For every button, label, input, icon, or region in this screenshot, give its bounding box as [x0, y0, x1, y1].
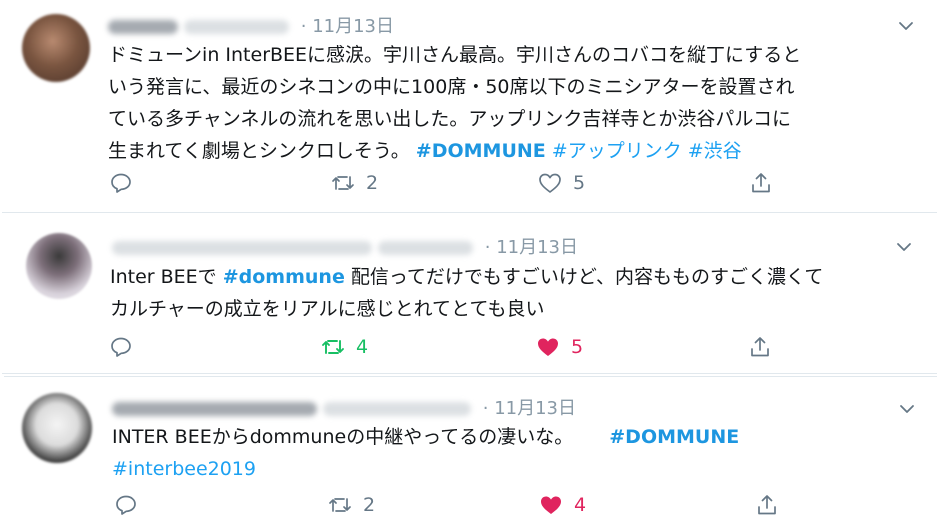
retweet-count: 4: [356, 336, 369, 358]
reply-icon: [116, 495, 136, 515]
tweet-text-line: いう発言に、最近のシネコンの中に100席・50席以下のミニシアターを設置され: [108, 76, 795, 98]
hashtag-link[interactable]: #DOMMUNE: [416, 140, 546, 162]
tweet-header: · 11月13日: [112, 394, 576, 420]
tweet-text: ドミューンin InterBEEに感涙。宇川さん最高。宇川さんのコバコを縦丁にす…: [108, 39, 908, 167]
tweet-text-segment: INTER BEEからdommuneの中継やってるの凄いな。: [112, 426, 574, 448]
share-icon[interactable]: [749, 171, 773, 195]
chevron-down-icon[interactable]: [897, 399, 917, 419]
separator-dot: ·: [484, 237, 491, 258]
author-handle-blurred[interactable]: [378, 241, 473, 255]
tweet-text-line: #interbee2019: [112, 453, 892, 485]
tweet-text-line-end: 生まれてく劇場とシンクロしそう。: [108, 140, 410, 162]
share-icon[interactable]: [755, 493, 779, 517]
heart-icon: [538, 338, 558, 356]
reply-button[interactable]: [109, 335, 143, 359]
avatar[interactable]: [22, 393, 92, 463]
retweet-count: 2: [366, 172, 379, 194]
tweet-text-segment: 配信ってだけでもすごいけど、内容もものすごく濃くて: [344, 266, 824, 288]
tweet-text: INTER BEEからdommuneの中継やってるの凄いな。 #DOMMUNE #…: [112, 421, 892, 485]
author-handle-blurred[interactable]: [323, 402, 471, 416]
like-count: 5: [571, 336, 584, 358]
author-name-blurred[interactable]: [112, 402, 317, 416]
chevron-down-icon[interactable]: [896, 16, 916, 36]
like-count: 4: [574, 494, 587, 516]
tweet-text-segment: Inter BEEで: [110, 266, 223, 288]
tweet-text-line: INTER BEEからdommuneの中継やってるの凄いな。 #DOMMUNE: [112, 421, 892, 453]
tweet-header: · 11月13日: [108, 12, 394, 38]
separator-dot: ·: [482, 398, 489, 419]
author-name-blurred[interactable]: [108, 20, 178, 34]
like-button[interactable]: 5: [535, 335, 583, 359]
retweet-icon: [329, 498, 351, 512]
separator-dot: ·: [300, 16, 307, 37]
tweet-header: · 11月13日: [112, 233, 578, 259]
retweet-button[interactable]: 4: [320, 335, 368, 359]
retweet-icon: [332, 176, 354, 190]
tweet-text-line: Inter BEEで #dommune 配信ってだけでもすごいけど、内容もものす…: [110, 261, 910, 293]
tweet-text-line: ている多チャンネルの流れを思い出した。アップリンク吉祥寺とか渋谷パルコに: [108, 108, 792, 130]
tweet[interactable]: · 11月13日 ドミューンin InterBEEに感涙。宇川さん最高。宇川さん…: [0, 0, 939, 212]
hashtag-link[interactable]: #interbee2019: [112, 458, 256, 480]
avatar[interactable]: [22, 14, 90, 82]
tweet[interactable]: · 11月13日 INTER BEEからdommuneの中継やってるの凄いな。 #…: [4, 376, 937, 527]
reply-icon: [111, 173, 131, 193]
hashtag-link[interactable]: #DOMMUNE: [609, 426, 739, 448]
hashtag-link[interactable]: #渋谷: [688, 140, 742, 162]
heart-icon: [539, 173, 561, 193]
tweet[interactable]: · 11月13日 Inter BEEで #dommune 配信ってだけでもすごい…: [2, 212, 937, 374]
tweet-text: Inter BEEで #dommune 配信ってだけでもすごいけど、内容もものす…: [110, 261, 910, 325]
tweet-date[interactable]: 11月13日: [496, 237, 578, 258]
tweet-text-line: 生まれてく劇場とシンクロしそう。 #DOMMUNE #アップリンク #渋谷: [108, 135, 908, 167]
like-count: 5: [573, 172, 586, 194]
share-icon[interactable]: [748, 335, 772, 359]
chevron-down-icon[interactable]: [894, 237, 914, 257]
tweet-text-line: カルチャーの成立をリアルに感じとれてとても良い: [110, 298, 545, 320]
like-button[interactable]: 5: [537, 171, 585, 195]
reply-button[interactable]: [109, 171, 143, 195]
tweet-text-line: ドミューンin InterBEEに感涙。宇川さん最高。宇川さんのコバコを縦丁にす…: [108, 44, 802, 66]
like-button[interactable]: 4: [538, 493, 586, 517]
author-handle-blurred[interactable]: [184, 20, 289, 34]
author-name-blurred[interactable]: [112, 241, 372, 255]
hashtag-link[interactable]: #アップリンク: [552, 140, 682, 162]
retweet-button[interactable]: 2: [330, 171, 378, 195]
reply-icon: [111, 337, 131, 357]
avatar[interactable]: [26, 233, 92, 299]
heart-icon: [541, 496, 561, 514]
retweet-count: 2: [363, 494, 376, 516]
reply-button[interactable]: [114, 493, 148, 517]
tweet-date[interactable]: 11月13日: [494, 398, 576, 419]
hashtag-link[interactable]: #dommune: [223, 266, 345, 288]
tweet-date[interactable]: 11月13日: [312, 16, 394, 37]
retweet-button[interactable]: 2: [327, 493, 375, 517]
retweet-icon: [322, 340, 344, 354]
